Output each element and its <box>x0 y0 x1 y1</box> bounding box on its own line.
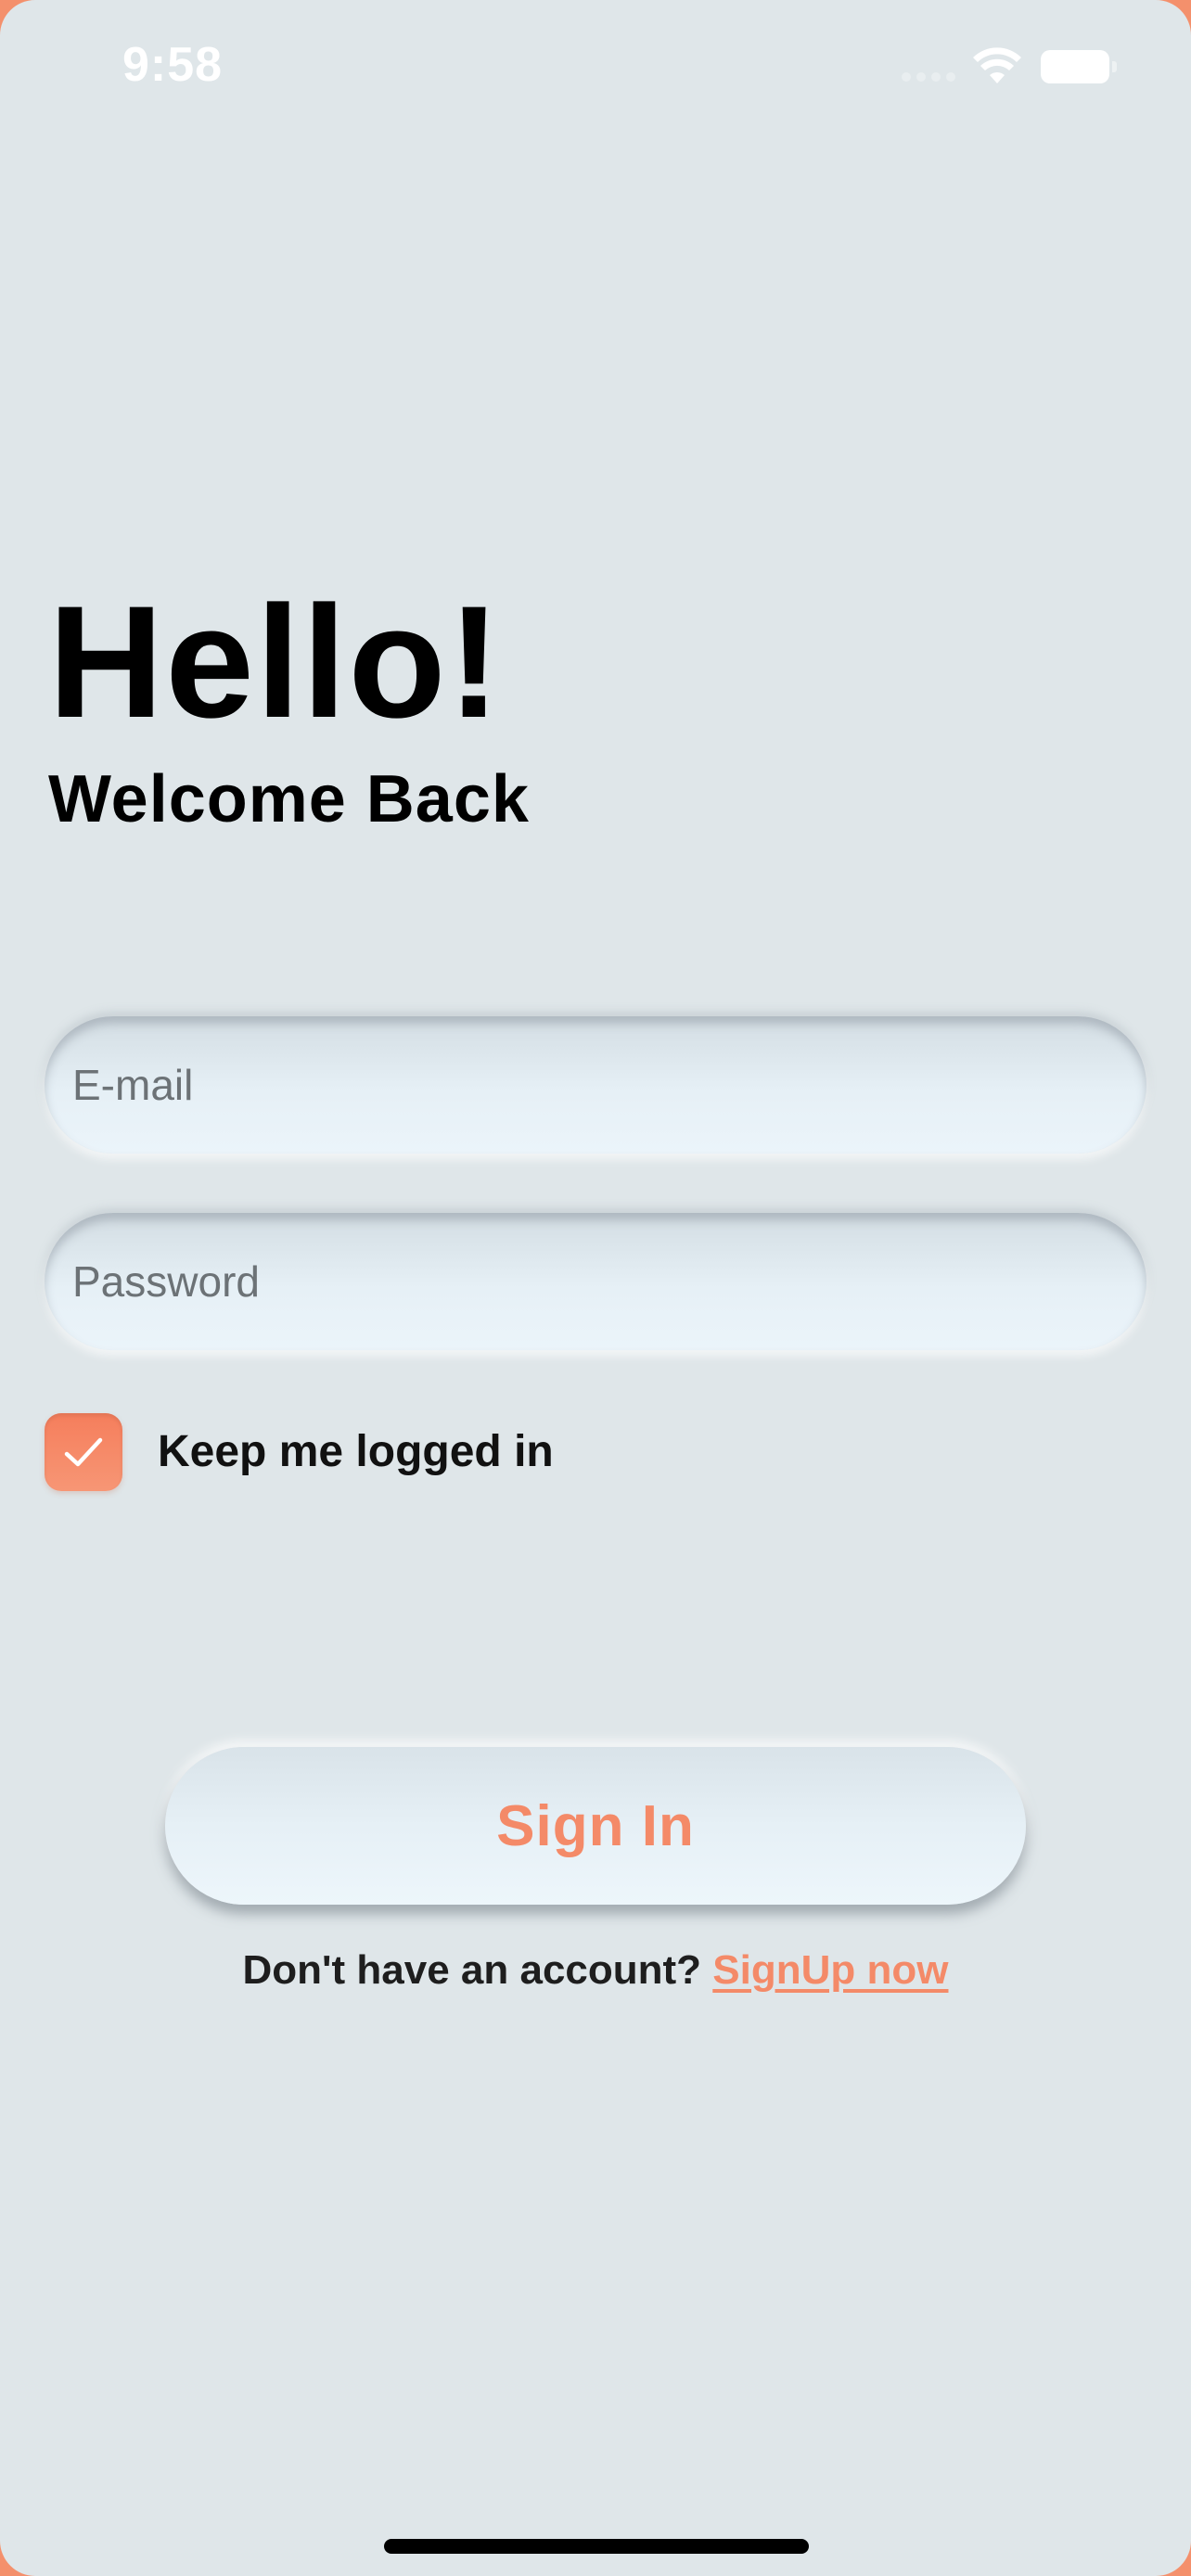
keep-logged-in-checkbox[interactable] <box>45 1413 122 1491</box>
email-field[interactable] <box>45 1016 1146 1154</box>
greeting-subtitle: Welcome Back <box>48 762 530 836</box>
signup-row: Don't have an account? SignUp now <box>0 1947 1191 1994</box>
greeting-title: Hello! <box>48 573 503 751</box>
signup-prompt: Don't have an account? <box>242 1947 702 1993</box>
keep-logged-in-label[interactable]: Keep me logged in <box>158 1426 554 1477</box>
sign-in-button[interactable]: Sign In <box>165 1747 1026 1905</box>
password-field[interactable] <box>45 1213 1146 1350</box>
signup-link[interactable]: SignUp now <box>712 1947 948 1993</box>
home-indicator[interactable] <box>384 2539 809 2554</box>
battery-icon <box>1041 50 1117 83</box>
checkmark-icon <box>64 1437 103 1467</box>
login-screen: 9:58 Hello! Welcome Back Keep me logged … <box>0 0 1191 2576</box>
wifi-icon <box>973 47 1021 83</box>
status-time: 9:58 <box>122 38 224 92</box>
status-bar: 9:58 <box>0 0 1191 139</box>
signal-icon <box>902 72 955 83</box>
